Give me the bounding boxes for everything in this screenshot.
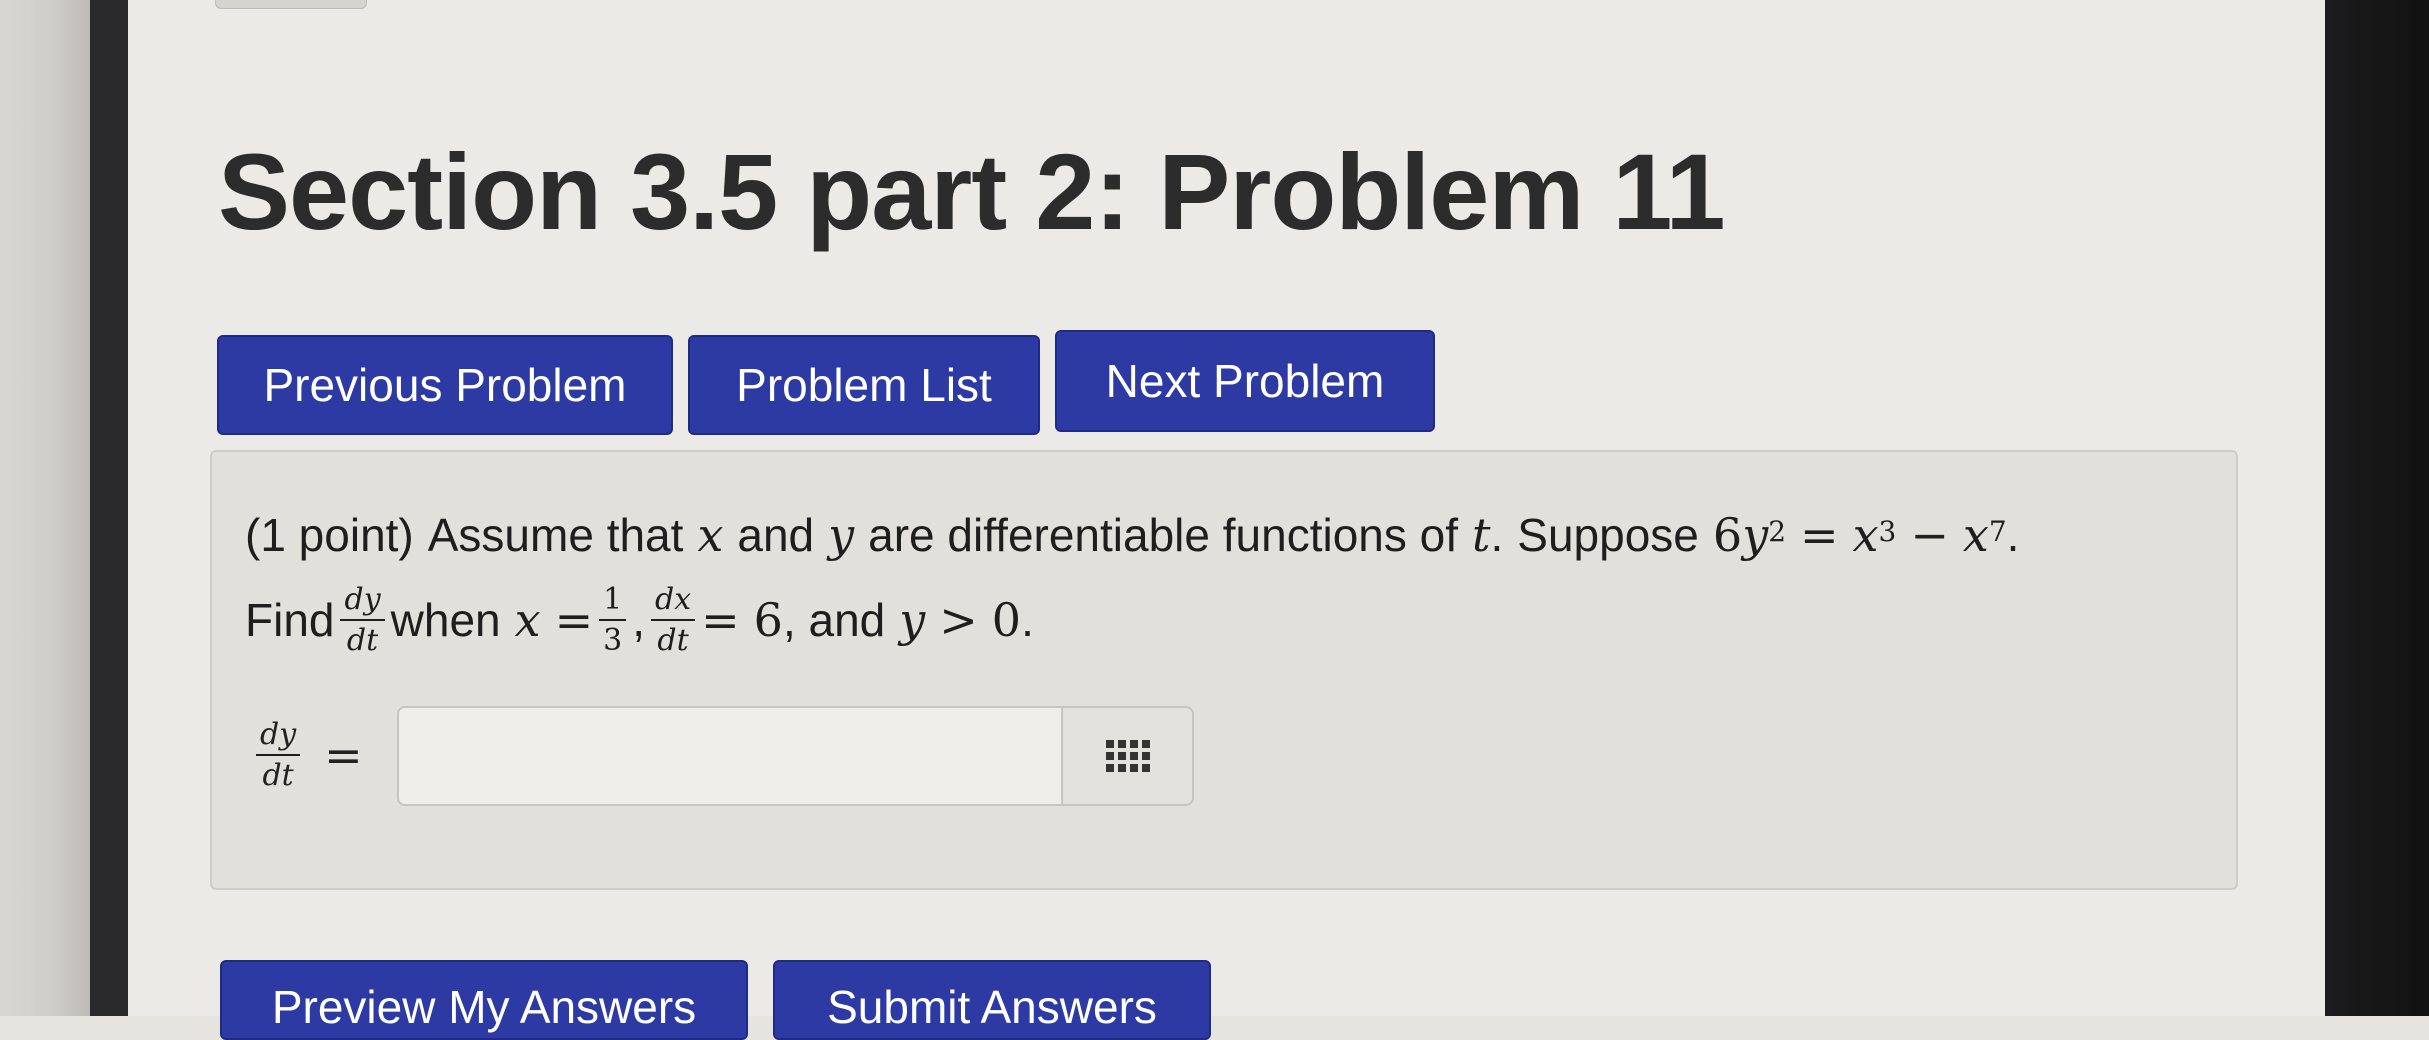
equation-equals: =: [1800, 508, 1839, 562]
math-var-x: x: [514, 593, 541, 647]
period: .: [1021, 594, 1034, 646]
equals-sign: =: [324, 728, 363, 782]
problem-list-button[interactable]: Problem List: [688, 335, 1040, 435]
submit-answers-button[interactable]: Submit Answers: [773, 960, 1211, 1040]
fraction-numerator: dy: [340, 583, 385, 621]
fraction-numerator: dx: [650, 583, 696, 621]
equation-x: x: [1852, 508, 1879, 562]
fraction-denominator: dt: [346, 623, 379, 658]
problem-statement-line-2: Find dy dt when x = 1 3 , dx dt = 6 , an…: [245, 565, 1034, 675]
equation-exponent: 2: [1768, 514, 1787, 548]
fraction-denominator: dt: [657, 623, 689, 658]
equation-coefficient: 6: [1712, 508, 1743, 562]
condition-value: 0: [991, 593, 1022, 647]
problem-statement-line-1: (1 point) Assume that x and y are differ…: [245, 500, 2019, 570]
math-var-y: y: [828, 508, 855, 562]
equation-exponent: 7: [1988, 514, 2007, 548]
equation-x: x: [1962, 508, 1989, 562]
x-value-fraction: 1 3: [599, 583, 627, 658]
next-problem-button[interactable]: Next Problem: [1055, 330, 1435, 432]
comma: ,: [632, 594, 645, 646]
problem-text: are differentiable functions of: [868, 509, 1459, 561]
equation-exponent: 3: [1878, 514, 1897, 548]
answer-label: dy dt =: [250, 705, 363, 805]
math-var-x: x: [697, 508, 724, 562]
equation-y: y: [1742, 508, 1769, 562]
problem-text: and: [737, 509, 815, 561]
dydt-fraction: dy dt: [340, 583, 385, 658]
fraction-denominator: dt: [262, 758, 294, 793]
problem-text: when: [390, 594, 501, 646]
previous-problem-button[interactable]: Previous Problem: [217, 335, 673, 435]
preview-answers-button[interactable]: Preview My Answers: [220, 960, 748, 1040]
answer-input[interactable]: [397, 706, 1061, 806]
problem-text: Suppose: [1517, 509, 1699, 561]
page-title: Section 3.5 part 2: Problem 11: [218, 131, 1726, 252]
equals-sign: =: [554, 593, 594, 647]
fraction-numerator: 1: [599, 583, 627, 621]
math-var-t: t: [1472, 508, 1491, 562]
equation-minus: −: [1910, 508, 1949, 562]
equation-editor-button[interactable]: [1061, 706, 1194, 806]
grid-keypad-icon: [1105, 740, 1150, 772]
fraction-numerator: dy: [256, 718, 301, 756]
problem-text: Assume that: [427, 509, 684, 561]
points-label: (1 point): [245, 509, 414, 561]
dxdt-value: 6: [753, 593, 783, 647]
background-surface: [0, 0, 90, 1016]
fraction-denominator: 3: [603, 623, 623, 658]
problem-text: Find: [245, 594, 335, 646]
equals-sign: =: [701, 593, 740, 647]
dxdt-fraction: dx dt: [650, 583, 696, 658]
answer-label-fraction: dy dt: [256, 718, 301, 793]
monitor-bezel-right: [2325, 0, 2429, 1016]
tab-edge: [215, 0, 367, 9]
period: .: [2006, 509, 2020, 561]
problem-text: , and: [782, 594, 886, 646]
period: .: [1490, 509, 1504, 561]
greater-than-sign: >: [939, 593, 978, 647]
monitor-bezel-left: [90, 0, 128, 1016]
math-var-y: y: [899, 593, 926, 647]
